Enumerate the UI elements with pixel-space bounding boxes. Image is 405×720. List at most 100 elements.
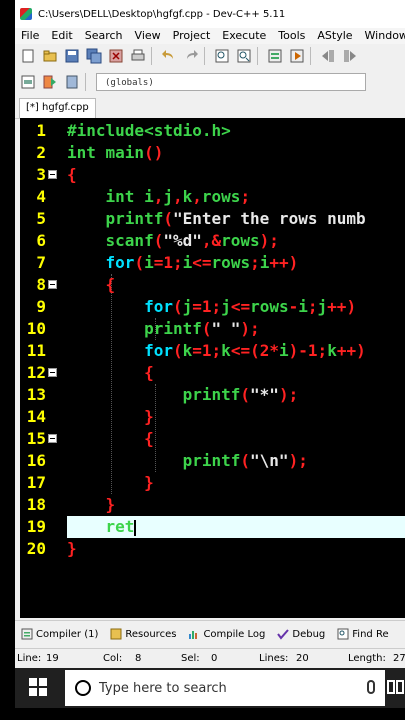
menu-file[interactable]: File	[15, 28, 45, 44]
save-all-button[interactable]	[85, 47, 103, 65]
insert-button[interactable]	[19, 73, 37, 91]
code-token: ;	[317, 341, 328, 360]
bookmark-button[interactable]	[63, 73, 81, 91]
line-number: 9	[36, 297, 46, 316]
code-line[interactable]: printf("\n");	[67, 450, 308, 472]
redo-button[interactable]	[182, 47, 200, 65]
goto-button[interactable]	[41, 73, 59, 91]
code-token: ret	[105, 517, 135, 536]
code-line[interactable]: }	[67, 538, 77, 560]
tab-resources-label: Resources	[125, 628, 177, 640]
menu-execute[interactable]: Execute	[216, 28, 272, 44]
fold-toggle-icon[interactable]	[48, 280, 57, 289]
code-line[interactable]: for(i=1;i<=rows;i++)	[67, 252, 299, 274]
undo-icon	[162, 50, 173, 59]
code-token: i	[144, 253, 154, 272]
print-button[interactable]	[129, 47, 147, 65]
fold-toggle-icon[interactable]	[48, 170, 57, 179]
tab-find-results[interactable]: Find Re	[331, 628, 394, 640]
toolbar-separator	[85, 73, 86, 91]
compile-run-button[interactable]	[288, 47, 306, 65]
tab-compiler[interactable]: Compiler (1)	[15, 628, 104, 640]
code-token: i	[182, 253, 193, 272]
code-line[interactable]: int main()	[67, 142, 163, 164]
fold-toggle-icon[interactable]	[48, 434, 57, 443]
save-button[interactable]	[63, 47, 81, 65]
status-line-label: Line:	[17, 653, 42, 664]
taskbar-search-box[interactable]: Type here to search	[65, 670, 385, 706]
compile-button[interactable]	[266, 47, 284, 65]
menu-view[interactable]: View	[129, 28, 167, 44]
code-line[interactable]: {	[67, 362, 154, 384]
code-line[interactable]: {	[67, 164, 77, 186]
find-button[interactable]	[213, 47, 231, 65]
back-button[interactable]	[319, 47, 337, 65]
code-token: {	[144, 429, 154, 448]
menu-edit[interactable]: Edit	[45, 28, 78, 44]
code-line[interactable]: int i,j,k,rows;	[67, 186, 251, 208]
code-token: rows	[250, 297, 289, 316]
status-bar: Line: 19 Col: 8 Sel: 0 Lines: 20 Length:…	[15, 648, 405, 668]
code-token: ++)	[336, 341, 366, 360]
forward-button[interactable]	[341, 47, 359, 65]
search-placeholder: Type here to search	[99, 680, 227, 696]
devcpp-app-icon	[20, 8, 32, 20]
line-number: 16	[26, 451, 46, 470]
code-line[interactable]: }	[67, 472, 154, 494]
code-editor[interactable]: 1 2 3 4 5 6 7 8 9 10 11 12 13 14 15 16 17 18 19 20 #include…	[20, 118, 405, 618]
code-token: j	[317, 297, 328, 316]
code-token: printf	[182, 451, 241, 470]
menu-project[interactable]: Project	[167, 28, 217, 44]
code-token: )-	[288, 341, 308, 360]
code-token: printf	[105, 209, 164, 228]
code-area[interactable]: #include<stdio.h> int main(){ int i,j,k,r…	[67, 118, 405, 618]
code-line[interactable]: printf(" ");	[67, 318, 260, 340]
code-token: "\n"	[250, 451, 289, 470]
replace-icon	[237, 49, 251, 63]
open-button[interactable]	[41, 47, 59, 65]
new-file-button[interactable]	[19, 47, 37, 65]
task-view-icon[interactable]	[387, 678, 405, 696]
code-line[interactable]: printf("*");	[67, 384, 299, 406]
replace-button[interactable]	[235, 47, 253, 65]
code-token: " "	[211, 319, 241, 338]
code-token: *	[269, 341, 279, 360]
code-line[interactable]: }	[67, 406, 154, 428]
code-token: k	[182, 187, 193, 206]
scope-dropdown[interactable]: (globals)	[96, 73, 366, 91]
menu-bar: File Edit Search View Project Execute To…	[15, 28, 405, 44]
code-line[interactable]: scanf("%d",&rows);	[67, 230, 279, 252]
tab-debug[interactable]: Debug	[271, 628, 331, 640]
find-icon	[215, 49, 229, 63]
code-line[interactable]: #include<stdio.h>	[67, 120, 231, 142]
print-icon	[131, 49, 145, 61]
fold-toggle-icon[interactable]	[48, 368, 57, 377]
code-token: 1	[201, 341, 212, 360]
code-line[interactable]: }	[67, 494, 116, 516]
code-line[interactable]: for(k=1;k<=(2*i)-1;k++)	[67, 340, 366, 362]
file-tab[interactable]: [*] hgfgf.cpp	[19, 98, 96, 118]
tab-compile-log-label: Compile Log	[203, 628, 266, 640]
menu-astyle[interactable]: AStyle	[311, 28, 358, 44]
code-line[interactable]: {	[67, 428, 154, 450]
menu-search[interactable]: Search	[79, 28, 129, 44]
windows-start-icon[interactable]	[29, 678, 47, 696]
microphone-icon[interactable]	[367, 680, 375, 694]
code-token: =	[192, 297, 202, 316]
menu-tools[interactable]: Tools	[272, 28, 311, 44]
tab-compile-log[interactable]: Compile Log	[182, 628, 271, 640]
close-file-button[interactable]	[107, 47, 125, 65]
current-code-line[interactable]: ret	[67, 516, 405, 538]
line-number: 3	[36, 165, 46, 184]
menu-window[interactable]: Window	[359, 28, 405, 44]
undo-button[interactable]	[160, 47, 178, 65]
tab-resources[interactable]: Resources	[104, 628, 182, 640]
code-line[interactable]: printf("Enter the rows numb	[67, 208, 366, 230]
code-line[interactable]: for(j=1;j<=rows-i;j++)	[67, 296, 356, 318]
code-line[interactable]: {	[67, 274, 116, 296]
